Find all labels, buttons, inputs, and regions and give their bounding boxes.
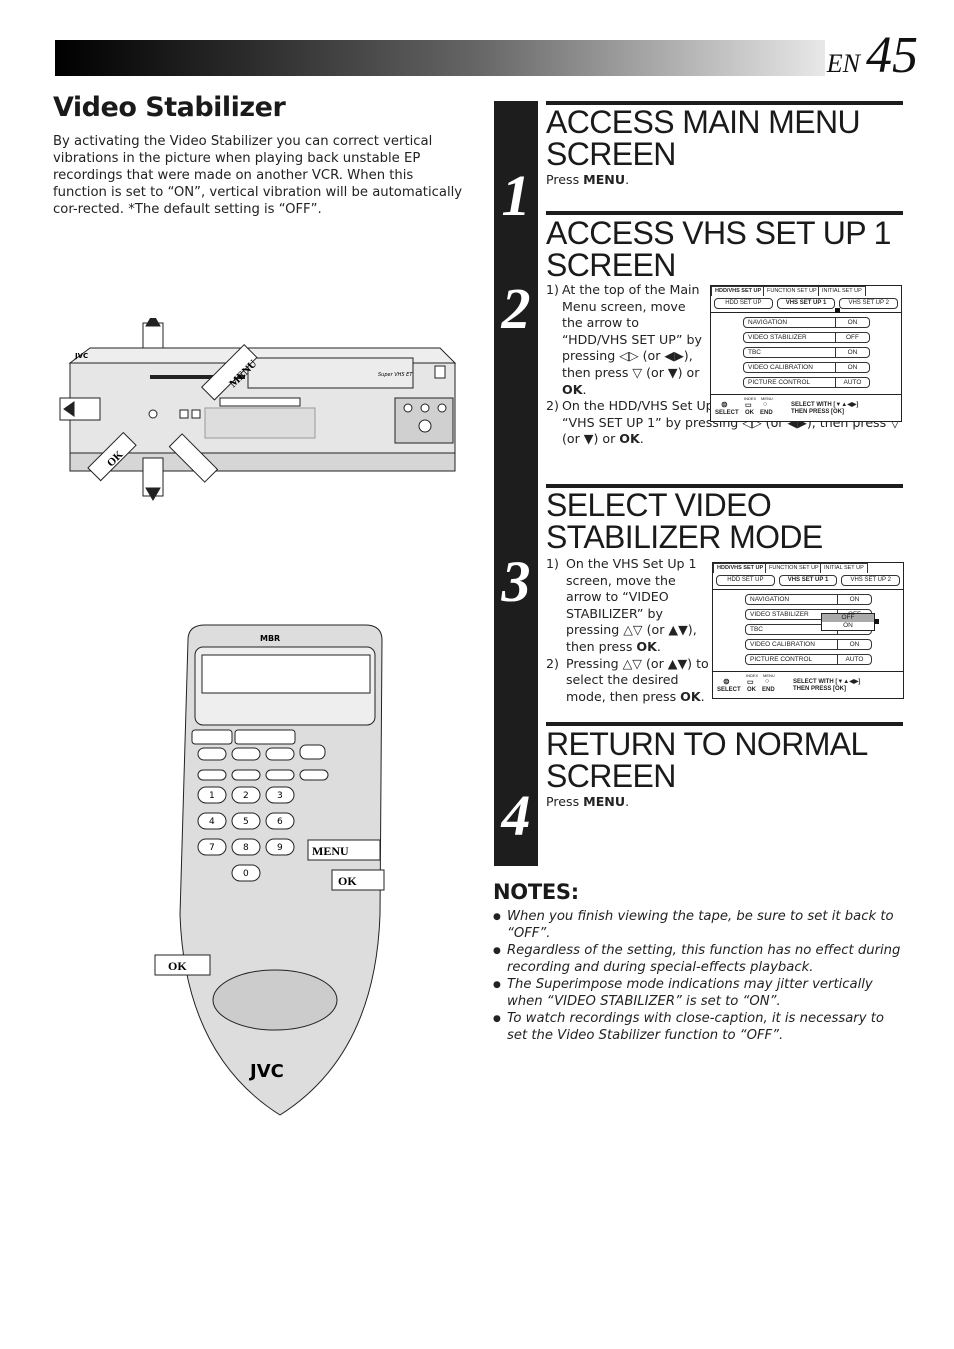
step-2-title: ACCESS VHS SET UP 1 SCREEN: [546, 215, 891, 283]
remote-control-illustration: MBR 1 2 3 4 5 6 7 8 9 0 JVC MENU OK OK: [154, 624, 385, 1116]
osd-row: PICTURE CONTROL AUTO: [743, 377, 870, 388]
osd-row: VIDEO CALIBRATION ON: [743, 362, 870, 373]
osd-screen-step-3: HDD/VHS SET UP FUNCTION SET UP INITIAL S…: [712, 562, 904, 699]
remote-ok-callout-2: OK: [168, 959, 187, 973]
osd-tab-hdd-vhs: HDD/VHS SET UP: [713, 563, 768, 573]
remote-top-logo: MBR: [260, 634, 280, 643]
osd-row: TBC ON: [743, 347, 870, 358]
vcr-brand-logo: JVC: [74, 352, 88, 360]
step-4-title: RETURN TO NORMAL SCREEN: [546, 726, 867, 794]
osd-tab-initial: INITIAL SET UP: [818, 286, 866, 296]
menu-button-ref: MENU: [583, 172, 626, 187]
note-item: When you finish viewing the tape, be sur…: [493, 909, 903, 942]
remote-key-label: 8: [243, 843, 249, 853]
notes-title: NOTES:: [493, 880, 579, 904]
osd-subtab-hdd: HDD SET UP: [716, 575, 775, 586]
select-joystick-icon: ⊜: [721, 400, 728, 409]
language-code: EN: [826, 49, 860, 78]
note-item: Regardless of the setting, this function…: [493, 943, 903, 976]
osd-subtab-vhs2: VHS SET UP 2: [841, 575, 901, 586]
osd-subtab-vhs2: VHS SET UP 2: [839, 298, 899, 309]
step-3-title: SELECT VIDEO STABILIZER MODE: [546, 487, 823, 555]
menu-button-icon: ○: [765, 678, 770, 685]
page-number: EN 45: [827, 30, 918, 82]
section-title: Video Stabilizer: [53, 92, 286, 123]
osd-row: NAVIGATION ON: [745, 594, 872, 605]
vcr-model-logo: Super VHS ET: [378, 372, 413, 378]
step-3-item-1: 1) On the VHS Set Up 1 screen, move the a…: [546, 556, 697, 654]
remote-key-label: 2: [243, 791, 249, 801]
osd-row: PICTURE CONTROL AUTO: [745, 654, 872, 665]
step-4-number: 4: [501, 783, 531, 848]
note-item: The Superimpose mode indications may jit…: [493, 977, 903, 1010]
remote-key-label: 5: [243, 817, 249, 827]
osd-row: VIDEO CALIBRATION ON: [745, 639, 872, 650]
step-2-number: 2: [501, 276, 531, 341]
osd-row: NAVIGATION ON: [743, 317, 870, 328]
osd-tab-function: FUNCTION SET UP: [765, 563, 823, 573]
step-2-item-1: 1) At the top of the Main Menu screen, mo…: [546, 282, 702, 397]
step-3-number: 3: [501, 549, 531, 614]
osd-option-on: ON: [843, 622, 853, 629]
remote-key-label: 9: [277, 843, 283, 853]
remote-key-label: 6: [277, 817, 283, 827]
osd-footer: ⊜ SELECT INDEX MENU ▭ ○ OK END SELECT WI…: [713, 671, 903, 698]
osd-tab-function: FUNCTION SET UP: [763, 286, 821, 296]
osd-option-dropdown: OFF ON: [821, 613, 875, 631]
remote-brand-logo: JVC: [248, 1061, 284, 1082]
menu-button-ref: MENU: [583, 794, 626, 809]
osd-tab-hdd-vhs: HDD/VHS SET UP: [711, 286, 766, 296]
step-1-title: ACCESS MAIN MENU SCREEN: [546, 104, 861, 172]
osd-subtab-vhs1: VHS SET UP 1: [778, 575, 838, 586]
remote-key-label: 0: [243, 869, 249, 879]
step-3-instructions: 1) On the VHS Set Up 1 screen, move the a…: [546, 556, 711, 705]
osd-cursor-icon: [874, 619, 879, 624]
osd-option-off: OFF: [822, 614, 874, 622]
osd-row: VIDEO STABILIZEROFF: [743, 332, 870, 343]
osd-screen-step-2: HDD/VHS SET UP FUNCTION SET UP INITIAL S…: [710, 285, 902, 422]
osd-subtab-hdd: HDD SET UP: [714, 298, 773, 309]
osd-footer: ⊜ SELECT INDEX MENU ▭ ○ OK END SELECT WI…: [711, 394, 901, 421]
remote-key-label: 3: [277, 791, 283, 801]
page-number-value: 45: [866, 27, 918, 84]
step-3-item-2: 2) Pressing △▽ (or ▲▼) to select the desi…: [546, 655, 709, 704]
osd-subtab-vhs1: VHS SET UP 1: [776, 298, 836, 309]
step-1-text: Press MENU.: [546, 172, 630, 187]
vcr-front-panel-illustration: JVC Super VHS ET MENU OK: [59, 318, 457, 501]
note-item: To watch recordings with close-caption, …: [493, 1011, 903, 1044]
index-button-icon: ▭: [747, 679, 754, 686]
step-4-text: Press MENU.: [546, 794, 630, 809]
step-1-number: 1: [501, 163, 531, 228]
remote-key-label: 1: [209, 791, 215, 801]
remote-key-label: 7: [209, 843, 215, 853]
notes-list: When you finish viewing the tape, be sur…: [493, 909, 903, 1045]
remote-ok-callout: OK: [338, 874, 357, 888]
menu-button-icon: ○: [763, 401, 768, 408]
remote-menu-callout: MENU: [312, 844, 349, 858]
osd-tab-initial: INITIAL SET UP: [820, 563, 868, 573]
remote-key-label: 4: [209, 817, 215, 827]
index-button-icon: ▭: [745, 402, 752, 409]
select-joystick-icon: ⊜: [723, 677, 730, 686]
intro-paragraph: By activating the Video Stabilizer you c…: [53, 134, 463, 217]
header-gradient-bar: [55, 40, 825, 76]
